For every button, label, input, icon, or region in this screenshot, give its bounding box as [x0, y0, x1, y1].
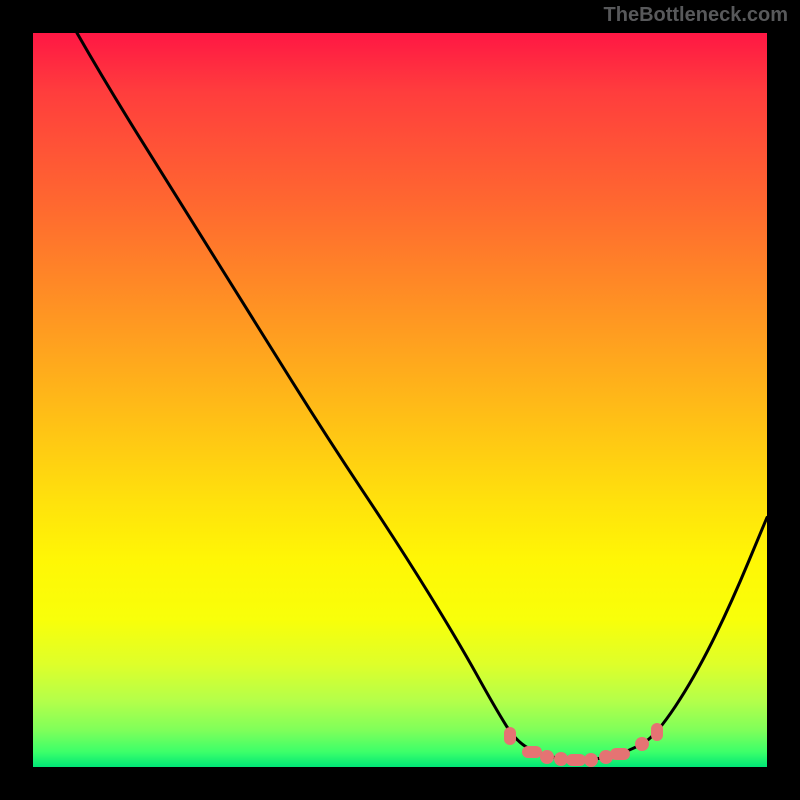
chart-frame: TheBottleneck.com [0, 0, 800, 800]
highlight-dot [651, 723, 663, 741]
plot-area [33, 33, 767, 767]
attribution-label: TheBottleneck.com [604, 4, 788, 27]
highlight-dot [504, 727, 516, 745]
highlight-dot [610, 748, 630, 760]
highlight-dot [635, 737, 649, 751]
highlight-dot [584, 753, 598, 767]
bottleneck-curve [33, 33, 767, 767]
highlight-dot [540, 750, 554, 764]
